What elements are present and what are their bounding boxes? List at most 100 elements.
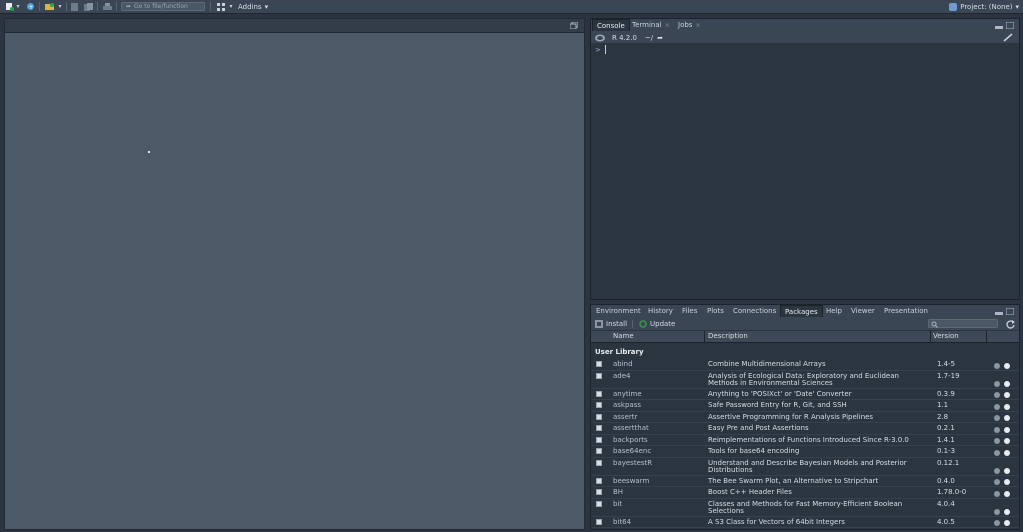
column-name[interactable]: Name — [613, 332, 634, 341]
tab-presentation[interactable]: Presentation — [880, 305, 932, 317]
remove-package-icon[interactable] — [1004, 426, 1010, 433]
console-output[interactable]: > — [591, 43, 1019, 299]
tab-jobs[interactable]: Jobs × — [674, 19, 704, 31]
grid-layout-icon[interactable] — [216, 2, 225, 11]
go-to-file-input[interactable]: ➦ Go to file/function — [121, 2, 205, 11]
print-icon[interactable] — [102, 2, 112, 11]
browse-package-icon[interactable] — [994, 426, 1000, 433]
refresh-icon[interactable] — [1006, 320, 1015, 329]
browse-package-icon[interactable] — [994, 449, 1000, 456]
remove-package-icon[interactable] — [1004, 520, 1010, 526]
table-row[interactable]: bit Classes and Methods for Fast Memory-E… — [591, 499, 1019, 517]
remove-package-icon[interactable] — [1004, 415, 1010, 421]
remove-package-icon[interactable] — [1004, 438, 1010, 444]
remove-package-icon[interactable] — [1004, 508, 1010, 515]
table-row[interactable]: base64enc Tools for base64 encoding 0.1-3 — [591, 446, 1019, 458]
browse-package-icon[interactable] — [994, 362, 1000, 369]
package-checkbox[interactable] — [596, 390, 602, 397]
package-checkbox[interactable] — [596, 372, 602, 379]
project-menu[interactable]: Project: (None) ▾ — [949, 2, 1019, 11]
browse-package-icon[interactable] — [994, 520, 1000, 526]
package-name[interactable]: backports — [613, 436, 648, 445]
browse-package-icon[interactable] — [994, 415, 1000, 421]
update-button[interactable]: Update — [639, 319, 675, 329]
remove-package-icon[interactable] — [1004, 403, 1010, 410]
tab-viewer[interactable]: Viewer — [847, 305, 879, 317]
package-name[interactable]: askpass — [613, 401, 641, 410]
remove-package-icon[interactable] — [1004, 380, 1010, 387]
browse-package-icon[interactable] — [994, 392, 1000, 398]
new-file-icon[interactable] — [3, 2, 15, 11]
clear-console-icon[interactable] — [1003, 33, 1013, 42]
package-name[interactable]: assertthat — [613, 424, 649, 433]
browse-package-icon[interactable] — [994, 490, 1000, 497]
table-row[interactable]: bit64 A S3 Class for Vectors of 64bit Int… — [591, 517, 1019, 528]
package-checkbox[interactable] — [596, 425, 602, 431]
package-checkbox[interactable] — [596, 489, 602, 495]
tab-files[interactable]: Files — [678, 305, 701, 317]
package-name[interactable]: abind — [613, 360, 633, 369]
maximize-icon[interactable] — [1006, 308, 1014, 315]
package-checkbox[interactable] — [596, 518, 602, 525]
remove-package-icon[interactable] — [1004, 449, 1010, 456]
package-checkbox[interactable] — [596, 402, 602, 408]
table-row[interactable]: assertr Assertive Programming for R Analy… — [591, 412, 1019, 423]
open-file-icon[interactable] — [44, 2, 56, 11]
package-checkbox[interactable] — [596, 448, 602, 454]
browse-package-icon[interactable] — [994, 403, 1000, 410]
chevron-down-icon[interactable]: ▾ — [228, 2, 234, 11]
table-row[interactable]: anytime Anything to 'POSIXct' or 'Date' C… — [591, 389, 1019, 400]
browse-package-icon[interactable] — [994, 508, 1000, 515]
working-directory[interactable]: ~/ — [645, 34, 653, 42]
minimize-icon[interactable] — [995, 309, 1003, 315]
tab-packages[interactable]: Packages — [780, 305, 823, 317]
package-checkbox[interactable] — [596, 477, 602, 484]
close-icon[interactable]: × — [665, 22, 670, 29]
browse-package-icon[interactable] — [994, 479, 1000, 485]
column-description[interactable]: Description — [708, 332, 748, 341]
tab-history[interactable]: History — [644, 305, 677, 317]
table-row[interactable]: BH Boost C++ Header Files 1.78.0-0 — [591, 487, 1019, 499]
package-name[interactable]: bit — [613, 500, 622, 509]
package-checkbox[interactable] — [596, 361, 602, 367]
table-row[interactable]: ade4 Analysis of Ecological Data: Explora… — [591, 371, 1019, 389]
tab-terminal[interactable]: Terminal × — [628, 19, 674, 31]
table-row[interactable]: abind Combine Multidimensional Arrays 1.4-… — [591, 359, 1019, 371]
package-name[interactable]: BH — [613, 488, 623, 497]
package-name[interactable]: base64enc — [613, 447, 651, 456]
package-name[interactable]: assertr — [613, 413, 637, 422]
new-project-icon[interactable]: + — [25, 2, 35, 11]
browse-package-icon[interactable] — [994, 438, 1000, 444]
package-name[interactable]: bit64 — [613, 518, 631, 527]
maximize-icon[interactable] — [1006, 22, 1014, 29]
save-icon[interactable] — [70, 2, 78, 11]
table-row[interactable]: backports Reimplementations of Functions … — [591, 435, 1019, 446]
package-checkbox[interactable] — [596, 436, 602, 443]
table-row[interactable]: assertthat Easy Pre and Post Assertions 0.… — [591, 423, 1019, 435]
table-row[interactable]: beeswarm The Bee Swarm Plot, an Alternati… — [591, 476, 1019, 487]
package-name[interactable]: anytime — [613, 390, 642, 399]
column-version[interactable]: Version — [933, 332, 959, 341]
browse-package-icon[interactable] — [994, 380, 1000, 387]
chevron-down-icon[interactable]: ▾ — [15, 2, 21, 11]
tab-environment[interactable]: Environment — [592, 305, 645, 317]
package-name[interactable]: ade4 — [613, 372, 631, 381]
restore-pane-icon[interactable] — [570, 22, 578, 29]
tab-help[interactable]: Help — [822, 305, 846, 317]
package-checkbox[interactable] — [596, 459, 602, 466]
tab-plots[interactable]: Plots — [703, 305, 728, 317]
go-to-directory-icon[interactable]: ➦ — [657, 34, 663, 42]
browse-package-icon[interactable] — [994, 467, 1000, 474]
table-row[interactable]: bayestestR Understand and Describe Bayesi… — [591, 458, 1019, 476]
tab-connections[interactable]: Connections — [729, 305, 780, 317]
save-all-icon[interactable] — [83, 2, 93, 11]
remove-package-icon[interactable] — [1004, 479, 1010, 485]
close-icon[interactable]: × — [695, 22, 700, 29]
remove-package-icon[interactable] — [1004, 467, 1010, 474]
install-button[interactable]: Install — [595, 319, 627, 329]
remove-package-icon[interactable] — [1004, 362, 1010, 369]
chevron-down-icon[interactable]: ▾ — [57, 2, 63, 11]
minimize-icon[interactable] — [995, 23, 1003, 29]
remove-package-icon[interactable] — [1004, 490, 1010, 497]
package-name[interactable]: bayestestR — [613, 459, 652, 468]
